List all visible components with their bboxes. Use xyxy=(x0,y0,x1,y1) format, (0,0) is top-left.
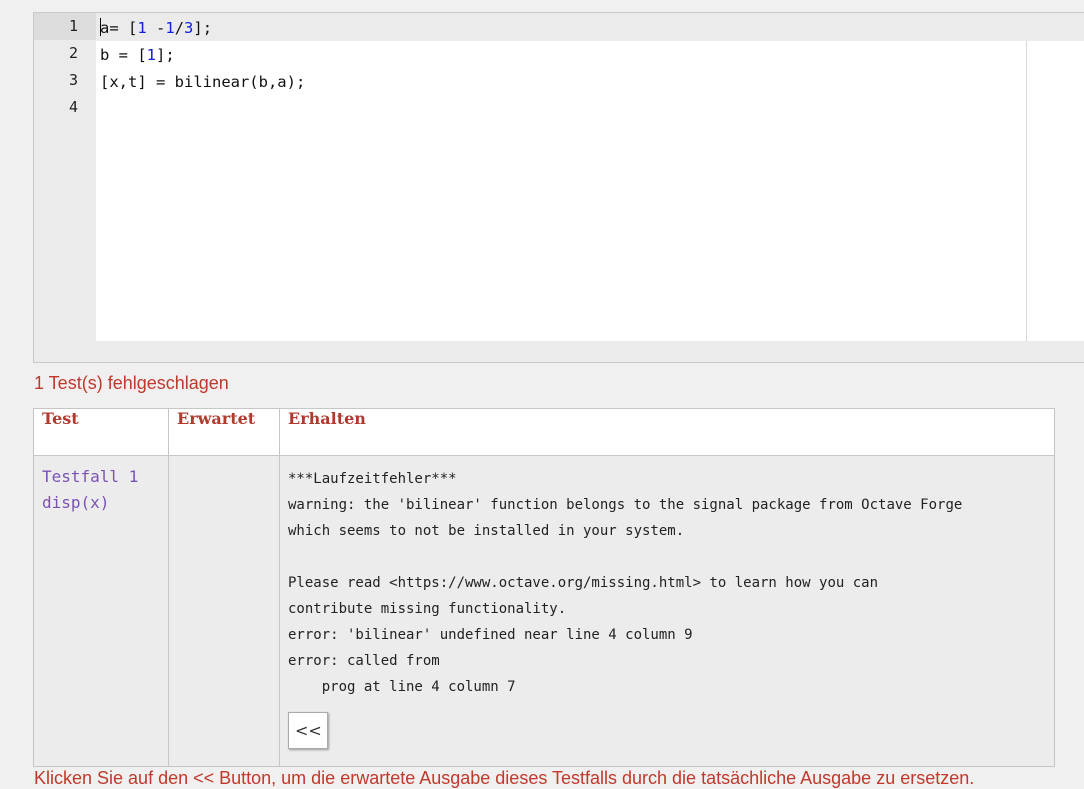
test-results-table: Test Erwartet Erhalten Testfall 1 disp(x… xyxy=(33,408,1055,767)
header-expected: Erwartet xyxy=(168,408,280,456)
expected-cell xyxy=(168,455,280,767)
test-cell: Testfall 1 disp(x) xyxy=(33,455,169,767)
header-got: Erhalten xyxy=(279,408,1055,456)
test-name: Testfall 1 xyxy=(42,467,139,486)
code-lines[interactable]: a= [1 -1/3]; b = [1]; [x,t] = bilinear(b… xyxy=(100,15,1022,123)
header-test: Test xyxy=(33,408,169,456)
code-line-1[interactable]: a= [1 -1/3]; xyxy=(100,15,1022,42)
got-cell: ***Laufzeitfehler*** warning: the 'bilin… xyxy=(279,455,1055,767)
code-line-2[interactable]: b = [1]; xyxy=(100,42,1022,69)
test-code: disp(x) xyxy=(42,493,110,512)
editor-right-margin xyxy=(1026,41,1084,341)
line-number: 4 xyxy=(68,98,78,116)
copy-hint-text: Klicken Sie auf den << Button, um die er… xyxy=(34,768,975,788)
tests-failed-status: 1 Test(s) fehlgeschlagen xyxy=(34,373,229,393)
line-number: 3 xyxy=(68,71,78,89)
line-number: 1 xyxy=(34,13,96,40)
table-row: Testfall 1 disp(x) ***Laufzeitfehler*** … xyxy=(33,455,1055,767)
line-number: 2 xyxy=(68,44,78,62)
code-line-4[interactable] xyxy=(100,96,1022,123)
code-editor[interactable]: 1 2 3 4 a= [1 -1/3]; b = [1]; [x,t] = bi… xyxy=(33,12,1084,363)
line-number-gutter: 1 2 3 4 xyxy=(34,13,96,362)
runtime-output: ***Laufzeitfehler*** warning: the 'bilin… xyxy=(288,471,963,695)
copy-output-button[interactable]: << xyxy=(288,712,328,749)
table-header-row: Test Erwartet Erhalten xyxy=(33,408,1055,456)
code-line-3[interactable]: [x,t] = bilinear(b,a); xyxy=(100,69,1022,96)
